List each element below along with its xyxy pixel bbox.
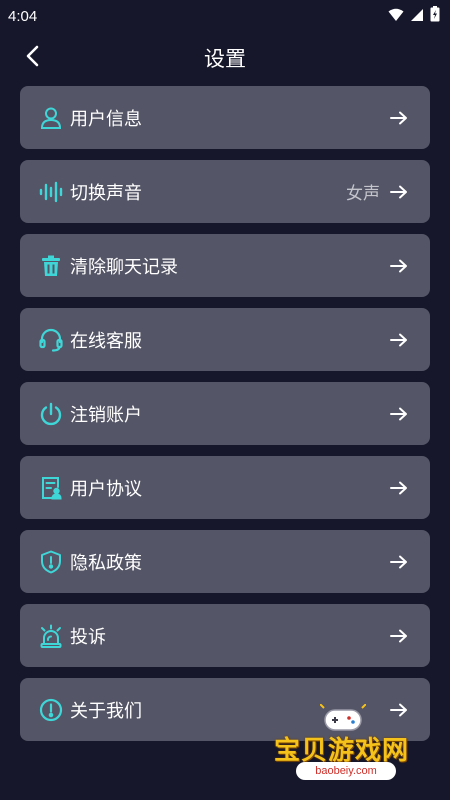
arrow-right-icon [390,183,408,201]
sound-wave-icon [38,179,64,205]
arrow-right-icon [390,553,408,571]
watermark: 宝贝游戏网 baobeiy.com [272,700,422,795]
menu-item-label: 投诉 [70,626,106,648]
signal-icon [410,7,424,26]
headset-icon [38,327,64,353]
menu-item-user-agreement[interactable]: 用户协议 [20,456,430,519]
wifi-icon [388,7,404,26]
menu-item-clear-chat[interactable]: 清除聊天记录 [20,234,430,297]
back-button[interactable] [18,44,46,72]
menu-item-switch-voice[interactable]: 切换声音 女声 [20,160,430,223]
status-bar: 4:04 [0,0,450,32]
menu-item-label: 清除聊天记录 [70,256,178,278]
user-icon [38,105,64,131]
shield-icon [38,549,64,575]
info-icon [38,697,64,723]
arrow-right-icon [390,405,408,423]
arrow-right-icon [390,331,408,349]
status-time: 4:04 [8,7,38,25]
menu-item-user-info[interactable]: 用户信息 [20,86,430,149]
chevron-left-icon [25,45,39,71]
settings-menu: 用户信息 切换声音 女声 清除聊天记录 在线客服 注销账户 用户协议 隐私政策 … [20,86,430,752]
arrow-right-icon [390,257,408,275]
power-icon [38,401,64,427]
battery-icon [430,6,440,26]
arrow-right-icon [390,627,408,645]
menu-item-label: 隐私政策 [70,552,142,574]
page-title: 设置 [204,47,246,71]
trash-icon [38,253,64,279]
menu-item-customer-service[interactable]: 在线客服 [20,308,430,371]
menu-item-label: 在线客服 [70,330,142,352]
menu-item-label: 用户信息 [70,108,142,130]
voice-value: 女声 [346,184,380,204]
menu-item-privacy-policy[interactable]: 隐私政策 [20,530,430,593]
menu-item-complaint[interactable]: 投诉 [20,604,430,667]
header: 设置 [0,38,450,78]
menu-item-label: 用户协议 [70,478,142,500]
arrow-right-icon [390,479,408,497]
menu-item-label: 切换声音 [70,182,142,204]
arrow-right-icon [390,109,408,127]
menu-item-label: 注销账户 [70,404,142,426]
watermark-url: baobeiy.com [296,762,396,780]
status-icons [388,6,440,26]
menu-item-delete-account[interactable]: 注销账户 [20,382,430,445]
alarm-icon [38,623,64,649]
document-icon [38,475,64,501]
